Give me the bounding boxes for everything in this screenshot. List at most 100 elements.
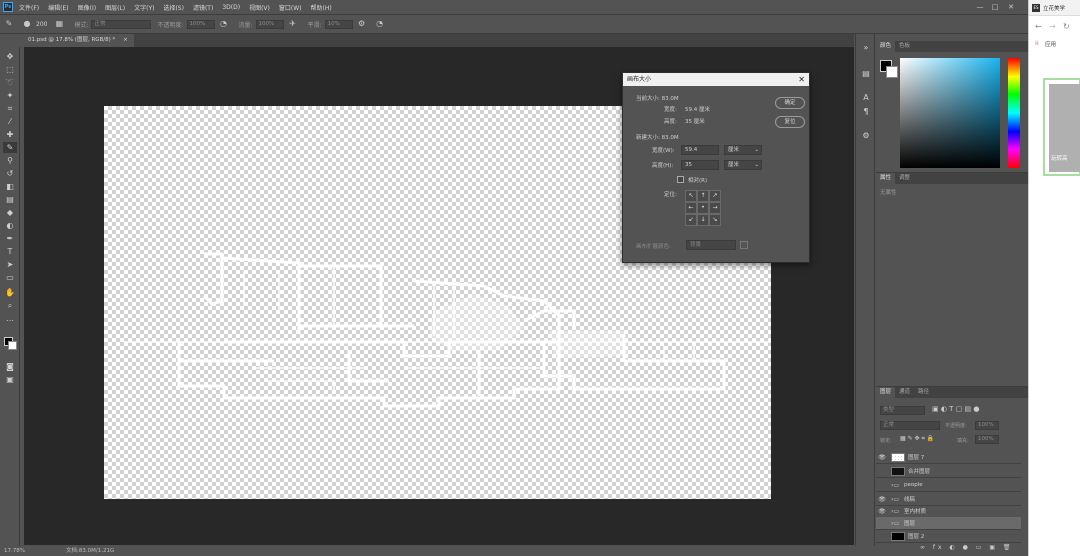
screen-mode-icon[interactable]: ▣ [3, 374, 17, 385]
tab-adjustments[interactable]: 调整 [895, 173, 914, 184]
crop-tool-icon[interactable]: ⌗ [3, 103, 17, 114]
mode-select[interactable]: 正常 [91, 19, 152, 29]
anchor-bottom-left[interactable]: ↙ [685, 214, 697, 226]
menu-type[interactable]: 文字(Y) [134, 3, 154, 12]
reload-icon[interactable]: ↻ [1063, 22, 1070, 31]
document-info[interactable]: 文档:83.0M/1.21G [66, 546, 114, 556]
more-tools-icon[interactable]: … [3, 313, 17, 324]
brush-settings-icon[interactable]: ⚙ [860, 130, 872, 142]
brush-settings-icon[interactable]: ▦ [54, 19, 64, 29]
menu-filter[interactable]: 滤镜(T) [193, 3, 213, 12]
marquee-tool-icon[interactable]: ⬚ [3, 64, 17, 75]
extension-color-swatch[interactable] [740, 241, 748, 249]
tab-swatches[interactable]: 色板 [895, 41, 914, 52]
menu-image[interactable]: 图像(I) [78, 3, 96, 12]
lasso-tool-icon[interactable]: ➰ [3, 77, 17, 88]
gear-icon[interactable]: ⚙ [357, 19, 367, 29]
character-icon[interactable]: A [860, 92, 872, 104]
relative-checkbox[interactable] [677, 176, 684, 183]
browser-tab[interactable]: ES 立花美学 [1029, 0, 1080, 16]
brush-preset-icon[interactable]: ● [22, 19, 32, 29]
maximize-button[interactable]: □ [990, 2, 1000, 12]
quick-mask-icon[interactable]: ◙ [3, 361, 17, 372]
menu-edit[interactable]: 编辑(E) [48, 3, 68, 12]
menu-help[interactable]: 帮助(H) [311, 3, 332, 12]
type-tool-icon[interactable]: T [3, 246, 17, 257]
close-window-button[interactable]: ✕ [1006, 2, 1016, 12]
close-tab-icon[interactable]: × [123, 37, 128, 43]
brush-tool-icon[interactable]: ✎ [4, 19, 14, 29]
pressure-opacity-icon[interactable]: ◔ [219, 19, 229, 29]
shape-tool-icon[interactable]: ▭ [3, 272, 17, 283]
width-unit-select[interactable]: 厘米 ⌄ [724, 145, 762, 155]
hand-tool-icon[interactable]: ✋ [3, 287, 17, 298]
paragraph-icon[interactable]: ¶ [860, 106, 872, 118]
flow-input[interactable]: 100% [255, 19, 284, 29]
height-unit-select[interactable]: 厘米 ⌄ [724, 160, 762, 170]
document-tab[interactable]: 01.psd @ 17.8% (图层, RGB/8) * × [24, 34, 134, 47]
tab-layers[interactable]: 图层 [876, 387, 896, 398]
eyedropper-tool-icon[interactable]: ⁄ [3, 116, 17, 127]
background-color-swatch[interactable] [8, 341, 17, 350]
smoothing-input[interactable]: 10% [324, 19, 353, 29]
lock-icons[interactable]: ▦ ✎ ✥ ⌗ 🔒 [900, 435, 934, 443]
back-icon[interactable]: ← [1035, 22, 1042, 31]
move-tool-icon[interactable]: ✥ [3, 51, 17, 62]
bookmarks-apps-label[interactable]: 应用 [1045, 40, 1056, 48]
hue-slider[interactable] [1008, 58, 1020, 168]
magic-wand-tool-icon[interactable]: ✦ [3, 90, 17, 101]
collapse-icon[interactable]: » [860, 42, 872, 54]
eye-icon[interactable]: 👁 [876, 454, 888, 461]
anchor-top[interactable]: ↑ [697, 190, 709, 202]
layer-actions-icons[interactable]: ∞ fx ◐ ● ▭ ▣ 🗑 [920, 544, 1014, 551]
healing-tool-icon[interactable]: ✚ [3, 129, 17, 140]
layer-filter-select[interactable]: 类型 [880, 406, 925, 415]
menu-window[interactable]: 窗口(W) [279, 3, 302, 12]
tab-channels[interactable]: 通道 [895, 387, 914, 398]
canvas-extension-select[interactable]: 背景 [686, 240, 736, 250]
eye-icon[interactable]: 👁 [876, 508, 888, 515]
layer-row[interactable]: ›▭ people [876, 479, 1021, 492]
dodge-tool-icon[interactable]: ◐ [3, 220, 17, 231]
history-brush-icon[interactable]: ↺ [3, 168, 17, 179]
preview-card[interactable]: 玩转高 [1043, 78, 1080, 176]
reset-button[interactable]: 复位 [775, 116, 805, 128]
layer-opacity-input[interactable]: 100% [975, 421, 999, 430]
pen-tool-icon[interactable]: ✒ [3, 233, 17, 244]
layer-row-selected[interactable]: ›▭ 图层 [876, 517, 1021, 530]
brush-tool-icon[interactable]: ✎ [3, 142, 17, 153]
menu-view[interactable]: 视图(V) [249, 3, 270, 12]
tab-color[interactable]: 颜色 [876, 41, 896, 52]
background-color-swatch[interactable] [886, 66, 898, 78]
blend-mode-select[interactable]: 正常 [880, 421, 940, 430]
apps-icon[interactable]: ⁞⁞ [1035, 40, 1039, 47]
zoom-level[interactable]: 17.78% [4, 546, 25, 556]
stamp-tool-icon[interactable]: ⚲ [3, 155, 17, 166]
forward-icon[interactable]: → [1049, 22, 1056, 31]
layer-row[interactable]: 图层 2 [876, 530, 1021, 543]
eraser-tool-icon[interactable]: ◧ [3, 181, 17, 192]
anchor-right[interactable]: → [709, 202, 721, 214]
color-picker-field[interactable] [900, 58, 1000, 168]
anchor-bottom[interactable]: ↓ [697, 214, 709, 226]
anchor-left[interactable]: ← [685, 202, 697, 214]
layer-row[interactable]: 👁 图层 7 [876, 451, 1021, 464]
layer-row[interactable]: 合并图层 [876, 465, 1021, 478]
anchor-top-left[interactable]: ↖ [685, 190, 697, 202]
menu-file[interactable]: 文件(F) [19, 3, 39, 12]
history-icon[interactable]: ▤ [860, 68, 872, 80]
width-input[interactable]: 59.4 [681, 145, 719, 155]
zoom-tool-icon[interactable]: ⌕ [3, 300, 17, 311]
fill-input[interactable]: 100% [975, 435, 999, 444]
pressure-size-icon[interactable]: ◔ [375, 19, 385, 29]
anchor-bottom-right[interactable]: ↘ [709, 214, 721, 226]
height-input[interactable]: 35 [681, 160, 719, 170]
filter-icons[interactable]: ▣ ◐ T ▢ ▤ ● [932, 405, 979, 413]
anchor-top-right[interactable]: ↗ [709, 190, 721, 202]
menu-layer[interactable]: 图层(L) [105, 3, 125, 12]
dialog-close-icon[interactable]: ✕ [798, 73, 805, 86]
minimize-button[interactable]: — [975, 2, 985, 12]
tab-paths[interactable]: 路径 [914, 387, 933, 398]
menu-select[interactable]: 选择(S) [163, 3, 184, 12]
eye-icon[interactable]: 👁 [876, 496, 888, 503]
